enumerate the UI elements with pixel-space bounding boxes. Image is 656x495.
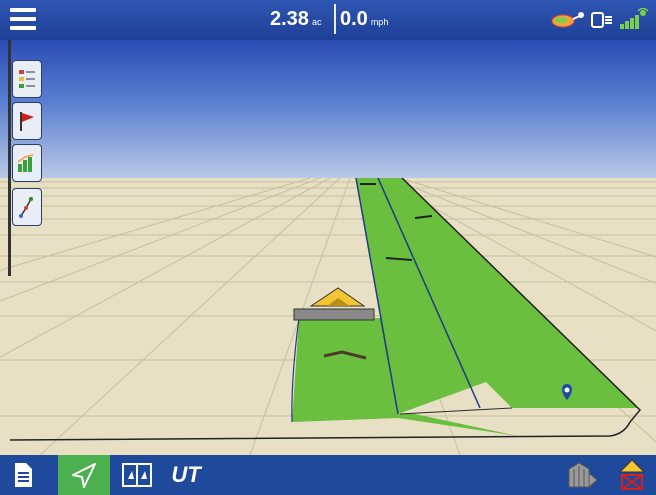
split-map-icon — [122, 463, 152, 487]
bar-chart-icon — [17, 154, 34, 172]
guidance-button[interactable] — [58, 455, 110, 495]
guidance-tool-button[interactable] — [12, 188, 42, 226]
navigation-arrow-icon — [72, 463, 96, 488]
map-view-button[interactable] — [115, 455, 159, 495]
yield-chart-tool-button[interactable] — [12, 144, 42, 182]
speed-readout: 0.0 mph — [340, 2, 388, 38]
ut-icon: UT — [171, 462, 201, 487]
flag-icon — [20, 112, 34, 131]
flag-tool-button[interactable] — [12, 102, 42, 140]
satellite-signal-icon[interactable] — [618, 8, 648, 32]
sky-background — [0, 40, 656, 178]
readout-divider — [334, 4, 336, 34]
ag-leader-device-icon[interactable] — [590, 10, 614, 30]
area-value: 2.38 — [270, 8, 309, 30]
speed-value: 0.0 — [340, 8, 368, 30]
document-icon — [15, 463, 32, 487]
boundary-marker-icon — [618, 459, 646, 490]
area-unit: ac — [311, 17, 322, 27]
speed-unit: mph — [370, 17, 389, 27]
status-icons — [550, 6, 648, 34]
side-toolbar — [8, 40, 42, 276]
legend-icon — [19, 70, 35, 88]
legend-tool-button[interactable] — [12, 60, 42, 98]
summary-button[interactable] — [0, 455, 46, 495]
area-readout: 2.38 ac — [270, 2, 321, 38]
hamburger-menu-icon[interactable] — [10, 8, 36, 32]
side-tray-edge — [8, 40, 11, 276]
gps-antenna-icon[interactable] — [550, 10, 586, 30]
field-map[interactable] — [0, 178, 656, 455]
guidance-line-icon — [19, 197, 33, 218]
universal-terminal-button[interactable]: UT — [164, 455, 208, 495]
implement-rows-icon — [568, 462, 598, 489]
master-switch-button[interactable] — [560, 455, 604, 495]
boundary-off-button[interactable] — [610, 455, 654, 495]
